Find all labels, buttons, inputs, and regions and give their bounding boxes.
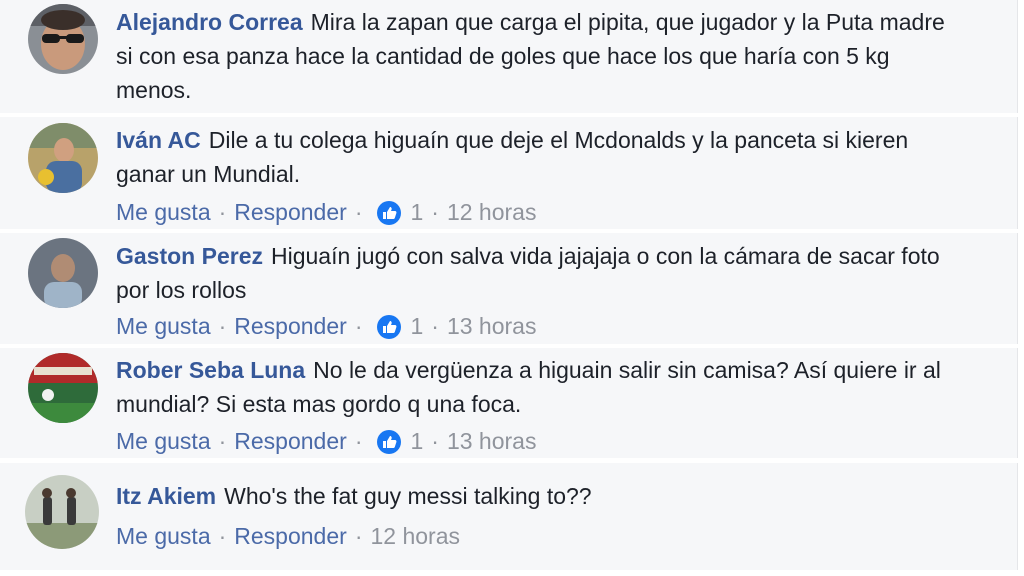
separator: · [218,523,227,549]
avatar[interactable] [28,123,98,193]
reply-link[interactable]: Responder [234,313,347,340]
reaction-count[interactable]: 1 [410,313,423,340]
reaction-count[interactable]: 1 [410,428,423,455]
comment-body: Gaston Perez Higuaín jugó con salva vida … [116,239,957,307]
comment-feed: Alejandro Correa Mira la zapan que carga … [0,0,1024,576]
reply-link[interactable]: Responder [234,523,347,550]
avatar[interactable] [25,475,99,549]
separator: · [218,428,227,454]
comment-actions: Me gusta · Responder · 1 · 13 horas [116,428,536,455]
author-name[interactable]: Iván AC [116,127,201,153]
like-icon[interactable] [376,200,402,226]
like-icon[interactable] [376,314,402,340]
separator: · [354,428,363,454]
comment-actions: Me gusta · Responder · 1 · 13 horas [116,313,536,340]
comment: Iván AC Dile a tu colega higuaín que deje… [0,117,1018,229]
reaction-count[interactable]: 1 [410,199,423,226]
separator: · [431,199,439,225]
avatar[interactable] [28,353,98,423]
separator: · [218,199,227,225]
separator: · [354,523,363,549]
timestamp[interactable]: 12 horas [447,199,537,226]
comment-text: Dile a tu colega higuaín que deje el Mcd… [116,127,909,187]
comment-actions: Me gusta · Responder · 12 horas [116,523,460,550]
separator: · [431,313,439,339]
separator: · [431,428,439,454]
author-name[interactable]: Itz Akiem [116,483,216,509]
separator: · [354,313,363,339]
like-link[interactable]: Me gusta [116,523,211,550]
timestamp[interactable]: 12 horas [370,523,460,550]
comment-body: Rober Seba Luna No le da vergüenza a higu… [116,353,957,421]
comment: Itz Akiem Who's the fat guy messi talking… [0,463,1018,570]
timestamp[interactable]: 13 horas [447,428,537,455]
avatar[interactable] [28,238,98,308]
comment-body: Alejandro Correa Mira la zapan que carga … [116,5,957,107]
comment-text: Who's the fat guy messi talking to?? [224,483,592,509]
like-link[interactable]: Me gusta [116,428,211,455]
separator: · [218,313,227,339]
separator: · [354,199,363,225]
comment-actions: Me gusta · Responder · 1 · 12 horas [116,199,536,226]
like-link[interactable]: Me gusta [116,199,211,226]
comment-body: Iván AC Dile a tu colega higuaín que deje… [116,123,957,191]
avatar[interactable] [28,4,98,74]
author-name[interactable]: Gaston Perez [116,243,263,269]
timestamp[interactable]: 13 horas [447,313,537,340]
author-name[interactable]: Rober Seba Luna [116,357,305,383]
like-link[interactable]: Me gusta [116,313,211,340]
comment: Alejandro Correa Mira la zapan que carga … [0,0,1018,113]
author-name[interactable]: Alejandro Correa [116,9,303,35]
comment: Rober Seba Luna No le da vergüenza a higu… [0,348,1018,458]
comment: Gaston Perez Higuaín jugó con salva vida … [0,233,1018,344]
comment-body: Itz Akiem Who's the fat guy messi talking… [116,479,957,513]
reply-link[interactable]: Responder [234,199,347,226]
reply-link[interactable]: Responder [234,428,347,455]
like-icon[interactable] [376,429,402,455]
